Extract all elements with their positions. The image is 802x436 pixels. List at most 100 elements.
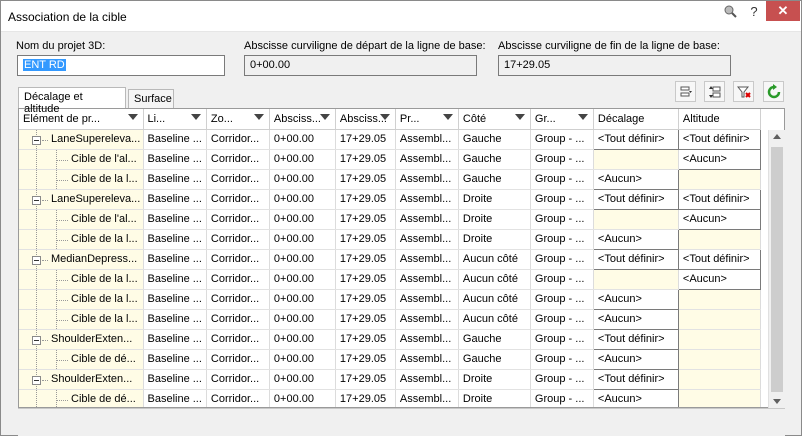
elevation-cell[interactable]: [678, 329, 761, 350]
elevation-cell[interactable]: [678, 369, 761, 390]
table-row[interactable]: LaneSupereleva... Baseline ... Corridor...…: [19, 188, 761, 210]
region-cell[interactable]: Corridor...: [206, 389, 270, 407]
start-station-cell[interactable]: 0+00.00: [269, 369, 336, 390]
table-row[interactable]: Cible de la l... Baseline ... Corridor... 0…: [19, 168, 761, 190]
column-header[interactable]: Altitude: [678, 109, 761, 130]
baseline-cell[interactable]: Baseline ...: [143, 229, 207, 250]
offset-cell[interactable]: [593, 149, 679, 170]
baseline-cell[interactable]: Baseline ...: [143, 209, 207, 230]
group-cell[interactable]: Group - ...: [530, 129, 594, 150]
side-cell[interactable]: Gauche: [458, 149, 531, 170]
collapse-icon[interactable]: [32, 335, 41, 345]
tree-cell[interactable]: Cible de dé...: [19, 389, 144, 407]
assembly-cell[interactable]: Assembl...: [395, 129, 459, 150]
assembly-cell[interactable]: Assembl...: [395, 229, 459, 250]
tree-cell[interactable]: Cible de la l...: [19, 289, 144, 310]
group-cell[interactable]: Group - ...: [530, 269, 594, 290]
baseline-cell[interactable]: Baseline ...: [143, 269, 207, 290]
dropdown-arrow-icon[interactable]: [190, 114, 201, 120]
offset-cell[interactable]: <Tout définir>: [592, 188, 679, 210]
end-station-cell[interactable]: 17+29.05: [335, 189, 396, 210]
clear-filter-icon[interactable]: [733, 81, 754, 102]
tree-cell[interactable]: Cible de dé...: [19, 349, 144, 370]
offset-cell[interactable]: <Aucun>: [592, 288, 679, 310]
end-station-cell[interactable]: 17+29.05: [335, 229, 396, 250]
tree-cell[interactable]: Cible de l'al...: [19, 149, 144, 170]
collapse-icon[interactable]: [32, 195, 41, 205]
tree-cell[interactable]: ShoulderExten...: [19, 329, 144, 350]
side-cell[interactable]: Droite: [458, 209, 531, 230]
elevation-cell[interactable]: <Aucun>: [677, 148, 761, 170]
region-cell[interactable]: Corridor...: [206, 149, 270, 170]
end-station-cell[interactable]: 17+29.05: [335, 369, 396, 390]
assembly-cell[interactable]: Assembl...: [395, 149, 459, 170]
elevation-cell[interactable]: [678, 309, 761, 330]
side-cell[interactable]: Aucun côté: [458, 289, 531, 310]
tab-surface[interactable]: Surface: [128, 89, 174, 108]
elevation-cell[interactable]: [678, 289, 761, 310]
group-cell[interactable]: Group - ...: [530, 349, 594, 370]
tree-cell[interactable]: Cible de la l...: [19, 229, 144, 250]
collapse-icon[interactable]: [32, 375, 41, 385]
column-header[interactable]: Gr...: [530, 109, 594, 130]
side-cell[interactable]: Droite: [458, 189, 531, 210]
start-station-cell[interactable]: 0+00.00: [269, 389, 336, 407]
start-station-cell[interactable]: 0+00.00: [269, 129, 336, 150]
help-button[interactable]: ?: [743, 1, 765, 21]
offset-cell[interactable]: <Aucun>: [592, 168, 679, 190]
offset-cell[interactable]: <Tout définir>: [592, 248, 679, 270]
table-row[interactable]: Cible de dé... Baseline ... Corridor... 0+0…: [19, 388, 761, 407]
group-cell[interactable]: Group - ...: [530, 389, 594, 407]
column-header[interactable]: Décalage: [593, 109, 679, 130]
region-cell[interactable]: Corridor...: [206, 229, 270, 250]
table-row[interactable]: Cible de dé... Baseline ... Corridor... 0+0…: [19, 348, 761, 370]
baseline-cell[interactable]: Baseline ...: [143, 329, 207, 350]
start-station-cell[interactable]: 0+00.00: [269, 189, 336, 210]
column-header[interactable]: Absciss...: [335, 109, 396, 130]
tree-cell[interactable]: LaneSupereleva...: [19, 189, 144, 210]
offset-cell[interactable]: <Tout définir>: [592, 128, 679, 150]
table-row[interactable]: Cible de la l... Baseline ... Corridor... 0…: [19, 288, 761, 310]
table-row[interactable]: MedianDepress... Baseline ... Corridor... 0…: [19, 248, 761, 270]
offset-cell[interactable]: <Tout définir>: [592, 368, 679, 390]
assembly-cell[interactable]: Assembl...: [395, 309, 459, 330]
elevation-cell[interactable]: <Tout définir>: [677, 248, 761, 270]
group-cell[interactable]: Group - ...: [530, 189, 594, 210]
sort-options-icon[interactable]: [704, 81, 725, 102]
side-cell[interactable]: Aucun côté: [458, 269, 531, 290]
vertical-scrollbar[interactable]: [768, 130, 785, 408]
baseline-cell[interactable]: Baseline ...: [143, 129, 207, 150]
table-row[interactable]: Cible de la l... Baseline ... Corridor... 0…: [19, 228, 761, 250]
tree-cell[interactable]: Cible de la l...: [19, 169, 144, 190]
baseline-cell[interactable]: Baseline ...: [143, 309, 207, 330]
assembly-cell[interactable]: Assembl...: [395, 209, 459, 230]
start-station-cell[interactable]: 0+00.00: [269, 209, 336, 230]
end-station-cell[interactable]: 17+29.05: [335, 249, 396, 270]
dropdown-arrow-icon[interactable]: [253, 114, 264, 120]
baseline-cell[interactable]: Baseline ...: [143, 389, 207, 407]
dropdown-arrow-icon[interactable]: [577, 114, 588, 120]
column-header[interactable]: Zo...: [206, 109, 270, 130]
assembly-cell[interactable]: Assembl...: [395, 369, 459, 390]
scroll-up-icon[interactable]: [773, 134, 781, 139]
group-cell[interactable]: Group - ...: [530, 209, 594, 230]
table-row[interactable]: Cible de l'al... Baseline ... Corridor... 0…: [19, 148, 761, 170]
end-station-cell[interactable]: 17+29.05: [335, 309, 396, 330]
side-cell[interactable]: Aucun côté: [458, 249, 531, 270]
baseline-cell[interactable]: Baseline ...: [143, 149, 207, 170]
assembly-cell[interactable]: Assembl...: [395, 249, 459, 270]
baseline-cell[interactable]: Baseline ...: [143, 189, 207, 210]
baseline-cell[interactable]: Baseline ...: [143, 169, 207, 190]
offset-cell[interactable]: <Aucun>: [592, 348, 679, 370]
assembly-cell[interactable]: Assembl...: [395, 269, 459, 290]
side-cell[interactable]: Gauche: [458, 129, 531, 150]
region-cell[interactable]: Corridor...: [206, 209, 270, 230]
start-station-cell[interactable]: 0+00.00: [269, 249, 336, 270]
column-header[interactable]: Absciss...: [269, 109, 336, 130]
group-cell[interactable]: Group - ...: [530, 309, 594, 330]
end-station-cell[interactable]: 17+29.05: [335, 149, 396, 170]
tree-cell[interactable]: MedianDepress...: [19, 249, 144, 270]
start-station-cell[interactable]: 0+00.00: [269, 229, 336, 250]
offset-cell[interactable]: [593, 209, 679, 230]
offset-cell[interactable]: [593, 269, 679, 290]
